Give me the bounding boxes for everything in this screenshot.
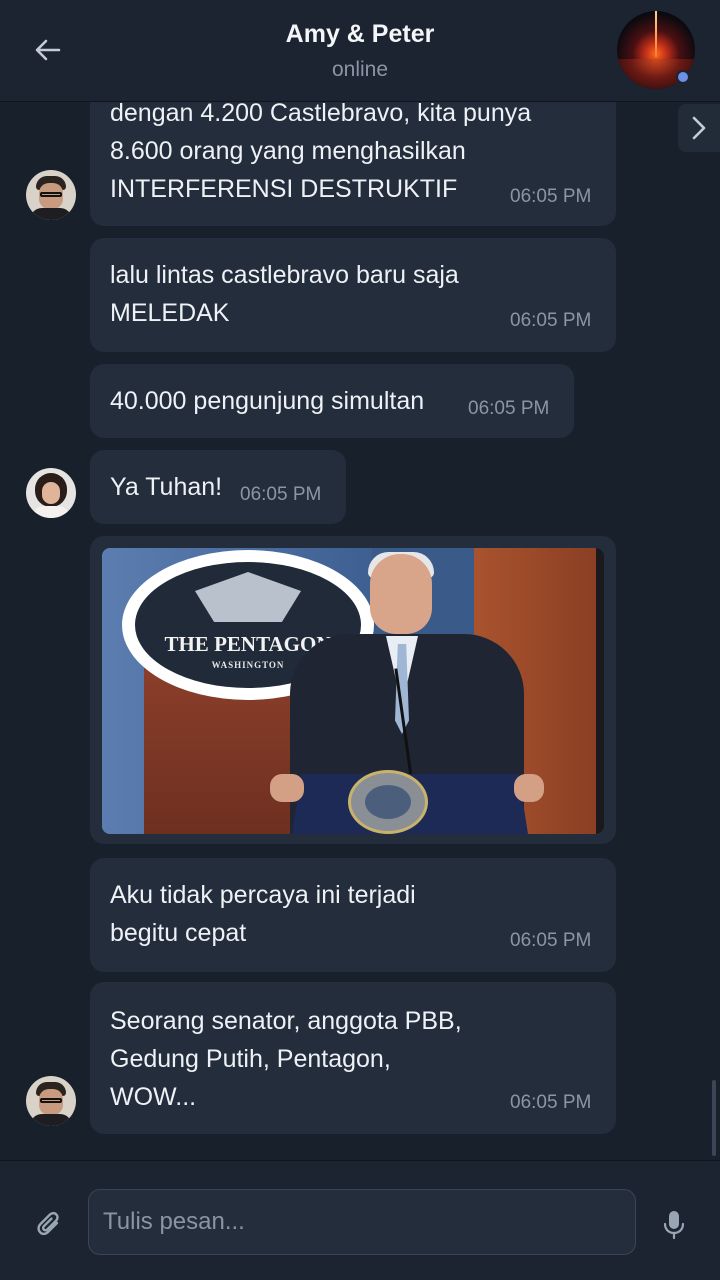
pentagon-building-icon <box>195 572 301 622</box>
message-text: Aku tidak percaya ini terjadi begitu cep… <box>110 881 416 947</box>
dod-seal-icon <box>348 770 428 834</box>
message-text: 40.000 pengunjung simultan <box>110 387 425 415</box>
attach-button[interactable] <box>34 1209 66 1241</box>
message-text: dengan 4.200 Castlebravo, kita punya 8.6… <box>110 102 532 203</box>
paperclip-icon <box>37 1211 59 1236</box>
message-input-box[interactable] <box>88 1189 636 1255</box>
message-text: lalu lintas castlebravo baru saja MELEDA… <box>110 261 459 327</box>
message-bubble[interactable]: dengan 4.200 Castlebravo, kita punya 8.6… <box>90 102 616 226</box>
scrollbar[interactable] <box>712 1080 716 1156</box>
avatar-peter[interactable] <box>26 170 76 220</box>
message-input[interactable] <box>89 1190 635 1254</box>
message-time: 06:05 PM <box>240 484 322 505</box>
message-text: Ya Tuhan! <box>110 473 223 501</box>
message-time: 06:05 PM <box>468 398 550 419</box>
message-bubble[interactable]: 40.000 pengunjung simultan 06:05 PM <box>90 364 574 438</box>
message-bubble[interactable]: Aku tidak percaya ini terjadi begitu cep… <box>90 858 616 972</box>
chevron-right-icon <box>692 116 706 140</box>
message-bubble[interactable]: Ya Tuhan! 06:05 PM <box>90 450 346 524</box>
voice-button[interactable] <box>660 1207 688 1243</box>
expand-panel-button[interactable] <box>678 104 720 152</box>
online-indicator <box>676 70 690 84</box>
message-text: Seorang senator, anggota PBB, Gedung Put… <box>110 1007 462 1111</box>
message-list[interactable]: dengan 4.200 Castlebravo, kita punya 8.6… <box>0 102 720 1160</box>
pentagon-press-photo[interactable]: THE PENTAGON WASHINGTON <box>102 548 604 834</box>
message-time: 06:05 PM <box>510 930 592 951</box>
avatar-peter[interactable] <box>26 1076 76 1126</box>
image-message[interactable]: THE PENTAGON WASHINGTON <box>90 536 616 844</box>
message-bubble[interactable]: Seorang senator, anggota PBB, Gedung Put… <box>90 982 616 1134</box>
online-status: online <box>331 58 389 81</box>
message-time: 06:05 PM <box>510 186 592 207</box>
chat-title[interactable]: Amy & Peter <box>0 20 720 49</box>
message-time: 06:05 PM <box>510 1092 592 1113</box>
microphone-icon <box>663 1211 685 1240</box>
message-bubble[interactable]: lalu lintas castlebravo baru saja MELEDA… <box>90 238 616 352</box>
avatar-amy[interactable] <box>26 468 76 518</box>
message-composer <box>0 1160 720 1280</box>
message-time: 06:05 PM <box>510 310 592 331</box>
chat-header: Amy & Peter online <box>0 0 720 102</box>
